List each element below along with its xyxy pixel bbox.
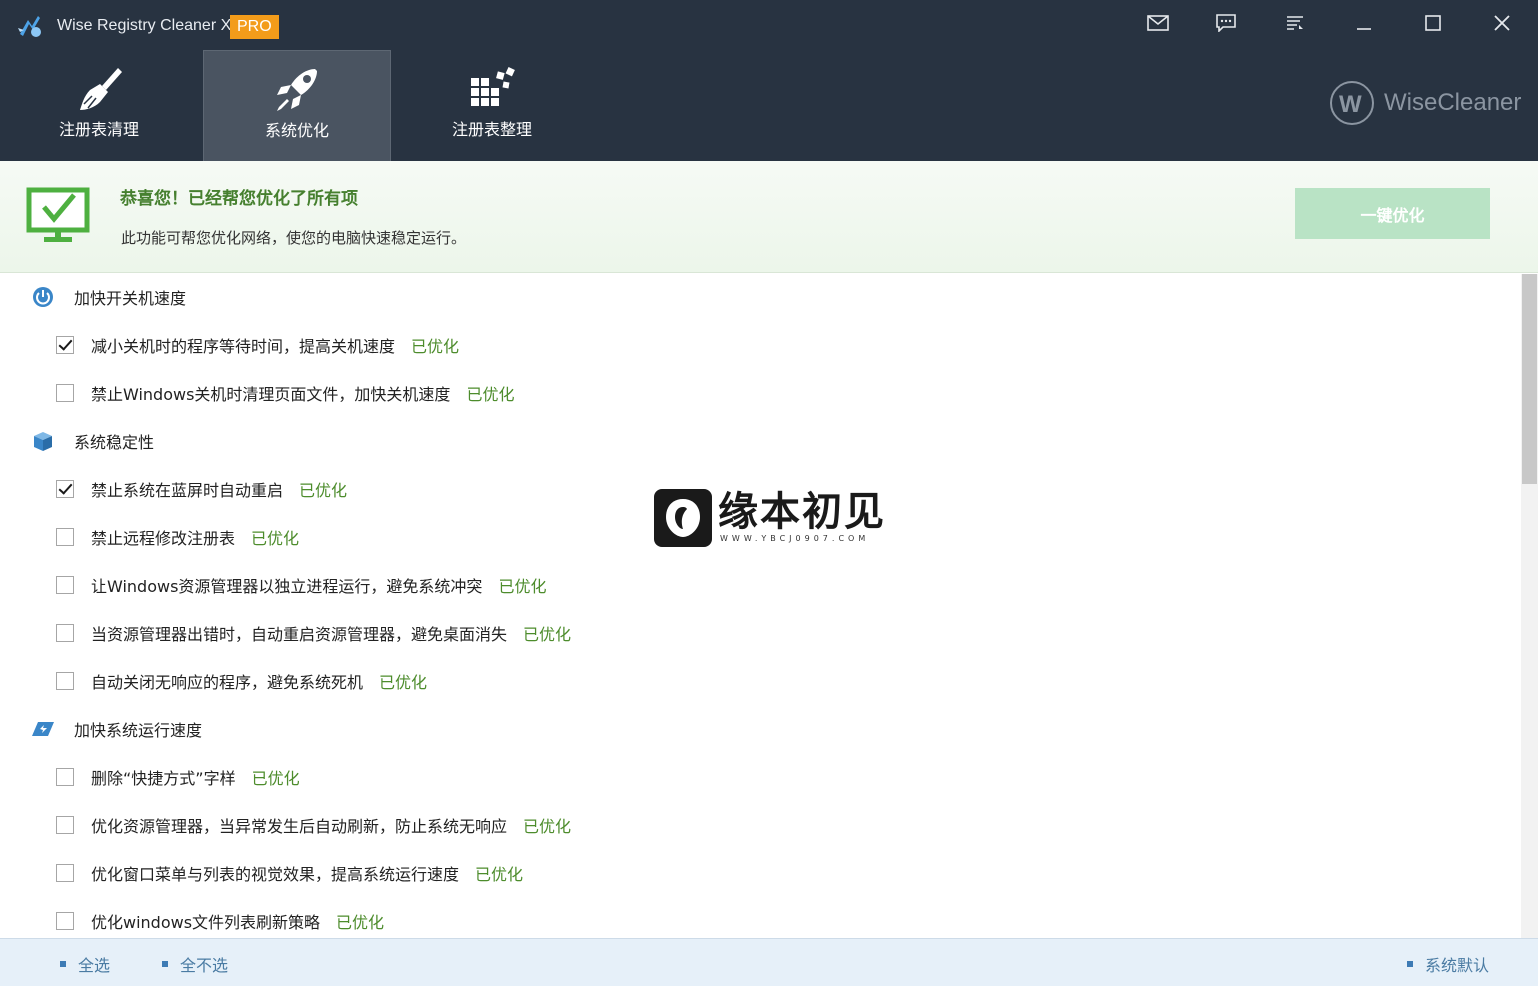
item-status: 已优化 [336,913,385,932]
item-checkbox[interactable] [56,336,74,354]
item-label: 优化窗口菜单与列表的视觉效果，提高系统运行速度 [91,865,460,884]
box-icon [34,432,52,451]
item-label: 禁止远程修改注册表 [91,529,236,548]
svg-text:W: W [1339,91,1362,118]
tab-system-optimize[interactable]: 系统优化 [203,50,391,161]
banner-description: 此功能可帮您优化网络，使您的电脑快速稳定运行。 [121,229,467,247]
tab-label: 注册表清理 [58,120,139,139]
item-checkbox[interactable] [56,576,74,594]
item-label: 删除“快捷方式”字样 [91,769,236,788]
banner-title: 恭喜您！已经帮您优化了所有项 [120,189,358,209]
category-label: 加快系统运行速度 [74,721,203,740]
select-none-link[interactable]: 全不选 [162,952,228,976]
item-label: 禁止系统在蓝屏时自动重启 [91,481,284,500]
item-checkbox[interactable] [56,528,74,546]
item-checkbox[interactable] [56,480,74,498]
one-click-optimize-button[interactable]: 一键优化 [1295,188,1490,239]
item-checkbox[interactable] [56,384,74,402]
item-checkbox[interactable] [56,768,74,786]
feedback-icon[interactable] [1208,8,1244,38]
status-banner: 恭喜您！已经帮您优化了所有项 此功能可帮您优化网络，使您的电脑快速稳定运行。 一… [0,161,1538,273]
item-checkbox[interactable] [56,816,74,834]
scrollbar-thumb[interactable] [1522,274,1537,484]
item-checkbox[interactable] [56,624,74,642]
item-label: 让Windows资源管理器以独立进程运行，避免系统冲突 [91,577,483,596]
mail-icon[interactable] [1140,8,1176,38]
pro-badge: PRO [230,15,279,39]
watermark-logo-icon [654,489,712,547]
item-status: 已优化 [299,481,348,500]
category-label: 系统稳定性 [74,433,155,452]
item-status: 已优化 [251,529,300,548]
blocks-icon [471,67,515,106]
category-label: 加快开关机速度 [74,289,187,308]
optimization-list: 加快开关机速度 减小关机时的程序等待时间，提高关机速度 已优化 禁止Windows… [0,274,1521,938]
monitor-check-icon [26,187,90,242]
maximize-icon[interactable] [1415,8,1451,38]
tab-registry-defrag[interactable]: 注册表整理 [398,50,586,161]
rocket-icon [277,69,317,111]
speed-icon [32,722,54,736]
menu-icon[interactable] [1277,8,1313,38]
footer-bar: 全选 全不选 系统默认 [0,938,1538,986]
item-checkbox[interactable] [56,864,74,882]
brand-text: WiseCleaner [1384,89,1522,116]
close-icon[interactable] [1484,8,1520,38]
tab-registry-clean[interactable]: 注册表清理 [5,50,193,161]
item-status: 已优化 [379,673,428,692]
item-status: 已优化 [523,625,572,644]
item-label: 自动关闭无响应的程序，避免系统死机 [91,673,364,692]
item-label: 优化windows文件列表刷新策略 [91,913,321,932]
item-status: 已优化 [251,769,300,788]
watermark: 缘本初见 WWW.YBCJ0907.COM [654,489,886,547]
tab-label: 系统优化 [264,121,329,140]
app-logo-icon [18,16,41,37]
item-label: 当资源管理器出错时，自动重启资源管理器，避免桌面消失 [91,625,508,644]
minimize-icon[interactable] [1346,8,1382,38]
item-status: 已优化 [523,817,572,836]
item-label: 减小关机时的程序等待时间，提高关机速度 [91,337,396,356]
item-label: 禁止Windows关机时清理页面文件，加快关机速度 [91,385,451,404]
select-all-link[interactable]: 全选 [60,952,110,976]
item-status: 已优化 [498,577,547,596]
item-label: 优化资源管理器，当异常发生后自动刷新，防止系统无响应 [91,817,508,836]
app-title: Wise Registry Cleaner X [57,17,232,34]
item-status: 已优化 [475,865,524,884]
item-status: 已优化 [411,337,460,356]
item-checkbox[interactable] [56,672,74,690]
watermark-title: 缘本初见 [718,489,886,535]
broom-icon [80,68,122,110]
item-checkbox[interactable] [56,912,74,930]
wisecleaner-logo-icon: W [1330,81,1374,125]
power-icon [33,287,53,307]
scrollbar[interactable] [1521,274,1538,938]
tab-label: 注册表整理 [451,120,532,139]
system-default-link[interactable]: 系统默认 [1407,952,1489,976]
title-bar: Wise Registry Cleaner X PRO 注册表清理 系统优化 注… [0,0,1538,161]
brand-logo: W WiseCleaner [1328,80,1521,126]
watermark-url: WWW.YBCJ0907.COM [720,534,870,543]
item-status: 已优化 [466,385,515,404]
